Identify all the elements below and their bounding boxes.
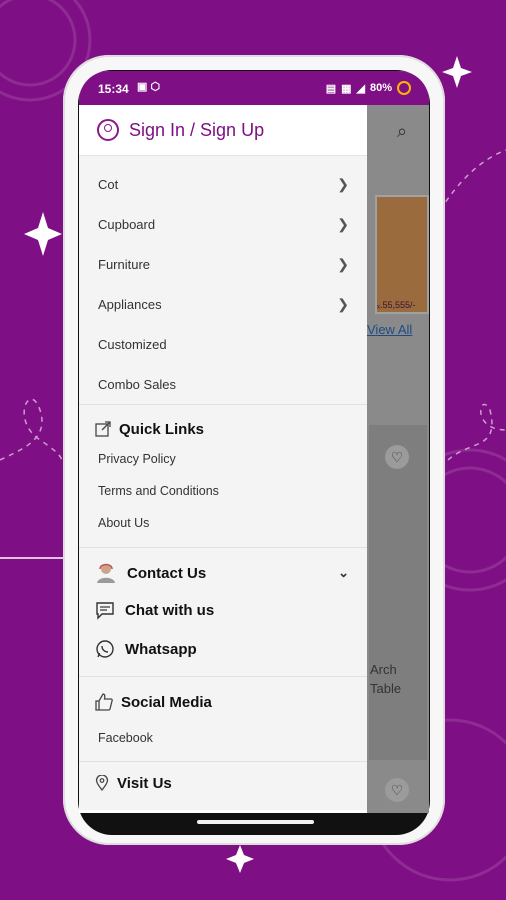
menu-item-label: Cupboard bbox=[98, 216, 156, 232]
product-name-line1: Arch bbox=[370, 662, 397, 677]
contact-us-title: Contact Us bbox=[127, 564, 207, 582]
menu-item-furniture[interactable]: Furniture ❯ bbox=[79, 244, 367, 284]
link-privacy-policy[interactable]: Privacy Policy bbox=[79, 443, 367, 475]
status-bar: 15:34 ▣ ⬡ ▤ ▦ ◢ 80% bbox=[79, 71, 429, 105]
sign-in-row[interactable]: Sign In / Sign Up bbox=[79, 105, 367, 156]
product-card bbox=[369, 425, 427, 760]
calendar-icon: ▦ bbox=[341, 82, 352, 95]
status-time: 15:34 bbox=[98, 82, 129, 96]
user-avatar-icon bbox=[97, 119, 119, 141]
visit-us-row[interactable]: Visit Us bbox=[79, 768, 367, 798]
support-agent-icon bbox=[97, 563, 115, 583]
menu-item-appliances[interactable]: Appliances ❯ bbox=[79, 284, 367, 324]
chevron-right-icon: ❯ bbox=[337, 295, 349, 312]
whatsapp-row[interactable]: Whatsapp bbox=[79, 630, 367, 668]
link-facebook[interactable]: Facebook bbox=[79, 719, 367, 757]
user-icon: ⚇ bbox=[374, 812, 392, 813]
battery-level: 80% bbox=[369, 82, 392, 94]
product-name-line2: Table bbox=[370, 681, 402, 696]
chevron-right-icon: ❯ bbox=[337, 215, 349, 232]
external-link-icon bbox=[95, 421, 111, 437]
menu-item-cot[interactable]: Cot ❯ bbox=[79, 164, 367, 204]
quick-links-heading: Quick Links bbox=[79, 415, 367, 443]
quick-links-section: Quick Links Privacy Policy Terms and Con… bbox=[79, 405, 367, 547]
menu-item-label: Cot bbox=[98, 176, 119, 192]
social-media-heading: Social Media bbox=[79, 685, 367, 719]
menu-item-cupboard[interactable]: Cupboard ❯ bbox=[79, 204, 367, 244]
social-media-section: Social Media Facebook bbox=[79, 677, 367, 761]
visit-us-title: Visit Us bbox=[117, 774, 172, 792]
heart-icon: ♡ bbox=[385, 445, 409, 469]
signal-icon: ◢ bbox=[356, 82, 365, 95]
quick-links-title: Quick Links bbox=[119, 420, 205, 438]
search-icon: ⌕ bbox=[397, 121, 408, 141]
social-media-title: Social Media bbox=[121, 693, 212, 711]
menu-item-label: Customized bbox=[98, 336, 167, 352]
sparkle-icon bbox=[24, 212, 62, 256]
heart-icon: ♡ bbox=[385, 778, 409, 802]
chat-with-us-row[interactable]: Chat with us bbox=[79, 590, 367, 630]
menu-item-label: Appliances bbox=[98, 296, 162, 312]
chevron-right-icon: ❯ bbox=[337, 175, 349, 192]
visit-us-section: Visit Us bbox=[79, 762, 367, 810]
phone-screen: 15:34 ▣ ⬡ ▤ ▦ ◢ 80% ⌕ ₓ.55,555/- View Al… bbox=[79, 71, 429, 813]
chevron-right-icon: ❯ bbox=[337, 255, 349, 272]
battery-icon bbox=[397, 81, 411, 95]
link-terms-conditions[interactable]: Terms and Conditions bbox=[79, 475, 367, 507]
chevron-down-icon: ⌄ bbox=[338, 565, 349, 580]
menu-item-label: Furniture bbox=[98, 256, 151, 272]
menu-item-customized[interactable]: Customized bbox=[79, 324, 367, 364]
chat-icon bbox=[96, 602, 114, 620]
menu-item-combo-sales[interactable]: Combo Sales bbox=[79, 364, 367, 404]
link-about-us[interactable]: About Us bbox=[79, 507, 367, 539]
whatsapp-icon bbox=[96, 640, 114, 658]
home-indicator bbox=[197, 820, 314, 824]
product-price: ₓ.55,555/- bbox=[377, 300, 416, 310]
sparkle-icon bbox=[442, 56, 472, 88]
sparkle-icon bbox=[226, 845, 254, 873]
view-all-link: View All bbox=[367, 322, 413, 337]
background-app-overlay[interactable]: ⌕ ₓ.55,555/- View All ♡ Arch Table ♡ ⚇ bbox=[367, 105, 429, 813]
sign-in-label: Sign In / Sign Up bbox=[129, 119, 265, 140]
navigation-drawer: Sign In / Sign Up Cot ❯ Cupboard ❯ Furni… bbox=[79, 105, 367, 813]
location-pin-icon bbox=[95, 775, 109, 791]
menu-item-label: Combo Sales bbox=[98, 376, 177, 392]
product-thumbnail: ₓ.55,555/- bbox=[375, 195, 429, 314]
network-icon: ▤ bbox=[325, 82, 337, 95]
chat-label: Chat with us bbox=[125, 601, 215, 619]
category-list: Cot ❯ Cupboard ❯ Furniture ❯ Appliances … bbox=[79, 156, 367, 404]
contact-section: Contact Us ⌄ Chat with us Whatsapp bbox=[79, 548, 367, 676]
notification-icons: ▣ ⬡ bbox=[137, 81, 161, 93]
contact-us-row[interactable]: Contact Us ⌄ bbox=[79, 556, 367, 590]
thumbs-up-icon bbox=[95, 693, 113, 711]
whatsapp-label: Whatsapp bbox=[125, 640, 197, 658]
product-name: Arch Table bbox=[370, 660, 401, 698]
status-right: ▤ ▦ ◢ 80% bbox=[326, 81, 411, 95]
